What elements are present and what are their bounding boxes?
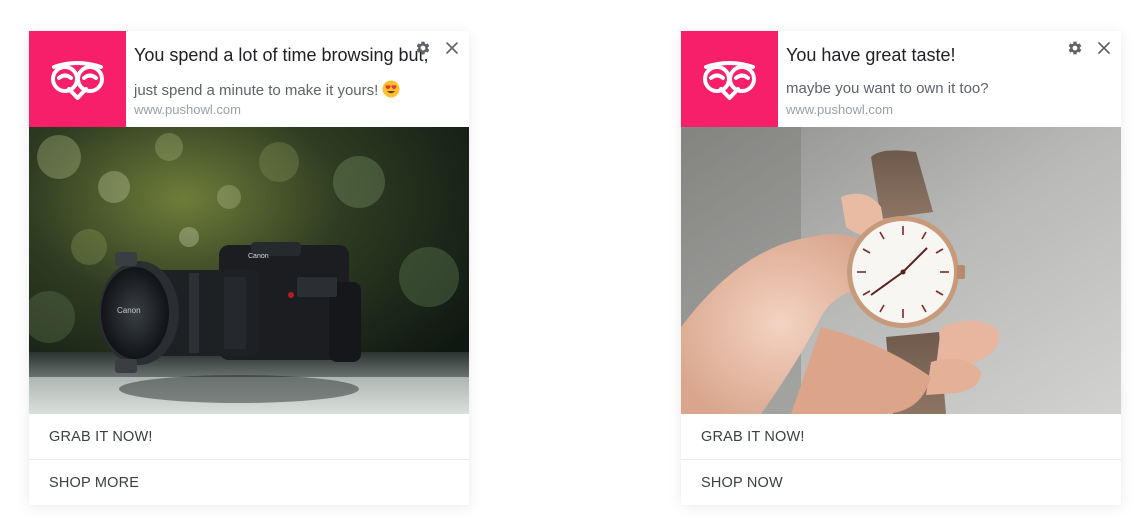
heart-eyes-emoji-icon: [382, 80, 400, 102]
action-button-shop-more[interactable]: SHOP MORE: [29, 459, 469, 505]
svg-text:Canon: Canon: [117, 306, 141, 315]
notification-header: You have great taste! maybe you want to …: [681, 31, 1121, 127]
notification-card-1[interactable]: You spend a lot of time browsing but, ju…: [29, 31, 469, 505]
notification-card-2[interactable]: You have great taste! maybe you want to …: [681, 31, 1121, 505]
action-button-shop-now[interactable]: SHOP NOW: [681, 459, 1121, 505]
close-icon[interactable]: [445, 41, 459, 55]
notification-title: You spend a lot of time browsing but,: [134, 45, 429, 65]
wristwatch-photo: [681, 127, 1121, 414]
svg-text:Canon: Canon: [248, 253, 269, 260]
action-button-grab-it-now[interactable]: GRAB IT NOW!: [29, 414, 469, 459]
owl-logo-icon: [681, 31, 778, 127]
notification-url: www.pushowl.com: [134, 102, 241, 117]
notification-body: maybe you want to own it too?: [786, 80, 989, 97]
notification-url: www.pushowl.com: [786, 102, 893, 117]
camera-photo: Canon Canon: [29, 127, 469, 414]
owl-logo-icon: [29, 31, 126, 127]
notification-header: You spend a lot of time browsing but, ju…: [29, 31, 469, 127]
close-icon[interactable]: [1097, 41, 1111, 55]
notification-body: just spend a minute to make it yours!: [134, 80, 400, 102]
gear-icon[interactable]: [1067, 40, 1083, 56]
gear-icon[interactable]: [415, 40, 431, 56]
action-button-grab-it-now[interactable]: GRAB IT NOW!: [681, 414, 1121, 459]
notification-title: You have great taste!: [786, 45, 956, 65]
